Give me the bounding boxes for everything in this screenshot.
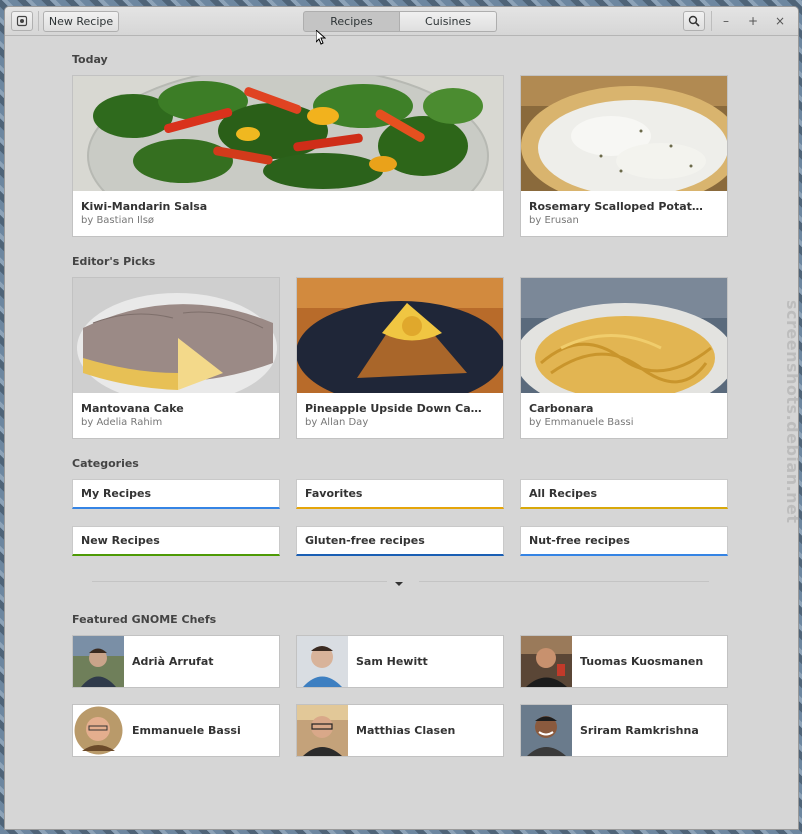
chef-avatar xyxy=(73,705,124,756)
main-content: Today Kiwi-Mandarin Salsa by Bastian Ils… xyxy=(5,36,798,829)
recipes-window: New Recipe Recipes Cuisines – + × Today xyxy=(4,6,799,830)
recipe-image xyxy=(73,76,503,191)
chef-card[interactable]: Tuomas Kuosmanen xyxy=(520,635,728,688)
search-icon xyxy=(688,15,700,27)
chef-avatar xyxy=(521,705,572,756)
recipe-card-today-2[interactable]: Rosemary Scalloped Potat… by Erusan xyxy=(520,75,728,237)
recipe-card-pick-2[interactable]: Pineapple Upside Down Ca… by Allan Day xyxy=(296,277,504,439)
window-menu-button[interactable] xyxy=(11,11,33,31)
section-title-editors-picks: Editor's Picks xyxy=(72,255,156,268)
header-separator xyxy=(711,11,712,31)
chef-avatar xyxy=(521,636,572,687)
expand-categories-button[interactable] xyxy=(392,575,406,587)
section-title-chefs: Featured GNOME Chefs xyxy=(72,613,217,626)
section-title-categories: Categories xyxy=(72,457,139,470)
close-button[interactable]: × xyxy=(769,11,791,31)
chef-name: Tuomas Kuosmanen xyxy=(580,655,704,668)
recipe-title: Rosemary Scalloped Potat… xyxy=(529,200,703,213)
chef-card[interactable]: Matthias Clasen xyxy=(296,704,504,757)
recipe-author: by Allan Day xyxy=(305,417,369,428)
chef-card[interactable]: Adrià Arrufat xyxy=(72,635,280,688)
recipe-title: Carbonara xyxy=(529,402,594,415)
recipe-title: Kiwi-Mandarin Salsa xyxy=(81,200,208,213)
recipe-author: by Adelia Rahim xyxy=(81,417,163,428)
recipe-author: by Bastian Ilsø xyxy=(81,215,155,226)
maximize-button[interactable]: + xyxy=(742,11,764,31)
chef-card[interactable]: Emmanuele Bassi xyxy=(72,704,280,757)
chef-avatar xyxy=(297,705,348,756)
recipe-image xyxy=(73,278,279,393)
chef-name: Adrià Arrufat xyxy=(132,655,214,668)
category-new-recipes[interactable]: New Recipes xyxy=(72,526,280,556)
expand-arrow-icon xyxy=(395,582,403,586)
recipe-image xyxy=(521,278,727,393)
recipe-image xyxy=(521,76,727,191)
category-favorites[interactable]: Favorites xyxy=(296,479,504,509)
category-nut-free[interactable]: Nut-free recipes xyxy=(520,526,728,556)
divider-right xyxy=(419,581,709,582)
header-separator xyxy=(38,11,39,31)
chef-name: Matthias Clasen xyxy=(356,724,456,737)
window-menu-icon xyxy=(16,15,28,27)
mouse-cursor xyxy=(315,28,327,49)
category-all-recipes[interactable]: All Recipes xyxy=(520,479,728,509)
recipe-image xyxy=(297,278,503,393)
recipe-title: Pineapple Upside Down Ca… xyxy=(305,402,482,415)
recipe-card-today-1[interactable]: Kiwi-Mandarin Salsa by Bastian Ilsø xyxy=(72,75,504,237)
minimize-button[interactable]: – xyxy=(715,11,737,31)
recipe-author: by Erusan xyxy=(529,215,579,226)
category-my-recipes[interactable]: My Recipes xyxy=(72,479,280,509)
category-gluten-free[interactable]: Gluten-free recipes xyxy=(296,526,504,556)
chef-card[interactable]: Sam Hewitt xyxy=(296,635,504,688)
divider-left xyxy=(92,581,387,582)
chef-name: Sriram Ramkrishna xyxy=(580,724,699,737)
recipe-author: by Emmanuele Bassi xyxy=(529,417,634,428)
header-bar: New Recipe Recipes Cuisines – + × xyxy=(5,7,798,36)
chef-name: Emmanuele Bassi xyxy=(132,724,241,737)
recipe-card-pick-3[interactable]: Carbonara by Emmanuele Bassi xyxy=(520,277,728,439)
new-recipe-button[interactable]: New Recipe xyxy=(43,11,119,32)
search-button[interactable] xyxy=(683,11,705,31)
recipe-card-pick-1[interactable]: Mantovana Cake by Adelia Rahim xyxy=(72,277,280,439)
chef-avatar xyxy=(73,636,124,687)
tab-cuisines[interactable]: Cuisines xyxy=(400,11,497,32)
chef-card[interactable]: Sriram Ramkrishna xyxy=(520,704,728,757)
section-title-today: Today xyxy=(72,53,108,66)
chef-name: Sam Hewitt xyxy=(356,655,428,668)
recipe-title: Mantovana Cake xyxy=(81,402,184,415)
chef-avatar xyxy=(297,636,348,687)
tab-recipes[interactable]: Recipes xyxy=(303,11,400,32)
watermark: screenshots.debian.net xyxy=(783,300,802,524)
